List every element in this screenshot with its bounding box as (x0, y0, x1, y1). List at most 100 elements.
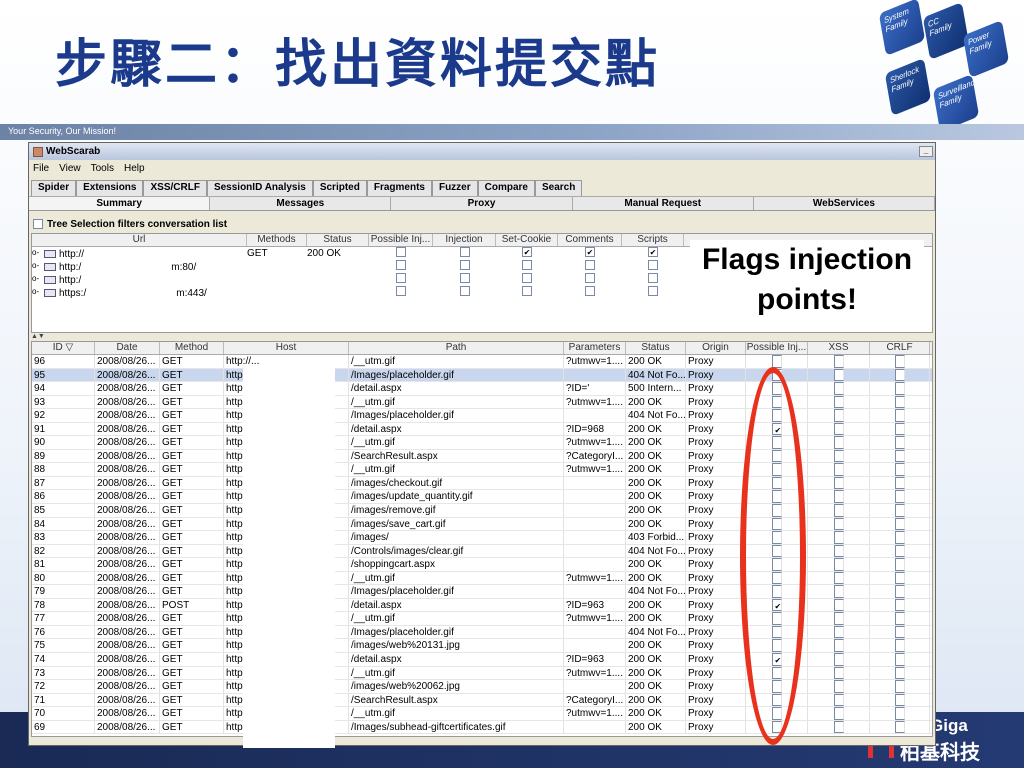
flag-checkbox[interactable] (648, 273, 658, 283)
menu-view[interactable]: View (59, 163, 81, 174)
xss-checkbox[interactable] (833, 368, 844, 382)
crlf-checkbox[interactable] (894, 504, 905, 517)
col-crlf[interactable]: CRLF (870, 342, 930, 354)
tree-col-scripts[interactable]: Scripts (622, 234, 684, 246)
xss-checkbox[interactable] (833, 720, 844, 734)
table-row[interactable]: 70 2008/08/26... GET http://__utm.gif ?utmwv… (32, 707, 932, 721)
xss-checkbox[interactable] (833, 585, 844, 598)
flag-checkbox[interactable] (459, 260, 470, 270)
flag-checkbox[interactable] (396, 247, 406, 257)
menu-tools[interactable]: Tools (91, 163, 114, 174)
tree-expand-icon[interactable]: o- (32, 287, 42, 296)
crlf-checkbox[interactable] (894, 558, 905, 571)
flag-checkbox[interactable] (585, 273, 595, 283)
col-xss[interactable]: XSS (808, 342, 870, 354)
crlf-checkbox[interactable] (894, 571, 905, 585)
crlf-checkbox[interactable] (894, 625, 905, 639)
xss-checkbox[interactable] (833, 639, 844, 653)
flag-checkbox[interactable] (648, 286, 658, 296)
table-row[interactable]: 93 2008/08/26... GET http://__utm.gif ?utmwv… (32, 395, 932, 410)
table-row[interactable]: 71 2008/08/26... GET http://SearchResult.as… (32, 693, 932, 708)
crlf-checkbox[interactable] (894, 585, 905, 598)
col-possible-inj[interactable]: Possible Inj... (746, 342, 808, 354)
flag-checkbox[interactable] (459, 247, 470, 257)
xss-checkbox[interactable] (833, 625, 844, 639)
xss-checkbox[interactable] (833, 531, 844, 544)
possible-injection-checkbox[interactable] (771, 355, 782, 368)
tab-compare[interactable]: Compare (477, 180, 535, 196)
xss-checkbox[interactable] (833, 395, 844, 409)
table-row[interactable]: 95 2008/08/26... GET http://Images/placehol… (32, 368, 932, 383)
flag-checkbox[interactable] (648, 247, 658, 257)
tab-webservices[interactable]: WebServices (753, 196, 935, 210)
xss-checkbox[interactable] (833, 666, 844, 680)
col-id[interactable]: ID ▽ (32, 342, 95, 354)
tree-expand-icon[interactable]: o- (32, 261, 42, 270)
crlf-checkbox[interactable] (894, 666, 905, 680)
xss-checkbox[interactable] (833, 355, 844, 368)
flag-checkbox[interactable] (522, 273, 532, 283)
crlf-checkbox[interactable] (894, 449, 905, 463)
tab-proxy[interactable]: Proxy (391, 196, 573, 210)
col-method[interactable]: Method (160, 342, 224, 354)
tab-fuzzer[interactable]: Fuzzer (431, 180, 478, 196)
xss-checkbox[interactable] (833, 598, 844, 612)
tree-expand-icon[interactable]: o- (32, 274, 42, 283)
crlf-checkbox[interactable] (894, 531, 905, 544)
splitter-arrows[interactable]: ▲▼ (29, 333, 935, 341)
xss-checkbox[interactable] (833, 436, 844, 449)
col-host[interactable]: Host (224, 342, 349, 354)
crlf-checkbox[interactable] (894, 517, 905, 531)
xss-checkbox[interactable] (833, 693, 844, 707)
flag-checkbox[interactable] (585, 247, 595, 257)
col-date[interactable]: Date (95, 342, 160, 354)
flag-checkbox[interactable] (459, 286, 470, 296)
flag-checkbox[interactable] (585, 260, 595, 270)
tree-expand-icon[interactable]: o- (32, 248, 42, 257)
xss-checkbox[interactable] (833, 680, 844, 693)
tab-scripted[interactable]: Scripted (312, 180, 367, 196)
tab-search[interactable]: Search (535, 180, 583, 196)
tree-filter-checkbox[interactable] (33, 219, 43, 229)
col-status[interactable]: Status (626, 342, 686, 354)
xss-checkbox[interactable] (833, 558, 844, 571)
xss-checkbox[interactable] (833, 707, 844, 720)
tab-xss-crlf[interactable]: XSS/CRLF (143, 180, 207, 196)
crlf-checkbox[interactable] (894, 382, 905, 395)
crlf-checkbox[interactable] (894, 707, 905, 720)
crlf-checkbox[interactable] (894, 476, 905, 490)
tree-col-status[interactable]: Status (307, 234, 369, 246)
xss-checkbox[interactable] (833, 422, 844, 436)
crlf-checkbox[interactable] (894, 544, 905, 558)
table-row[interactable]: 94 2008/08/26... GET http://detail.aspx ?ID=… (32, 382, 932, 396)
flag-checkbox[interactable] (522, 247, 532, 257)
menu-file[interactable]: File (33, 163, 49, 174)
table-row[interactable]: 96 2008/08/26... GET http://.../__utm.gif ?u… (32, 355, 932, 369)
flag-checkbox[interactable] (396, 286, 406, 296)
tab-summary[interactable]: Summary (29, 196, 211, 210)
flag-checkbox[interactable] (648, 260, 658, 270)
tab-extensions[interactable]: Extensions (76, 180, 144, 196)
crlf-checkbox[interactable] (894, 368, 905, 382)
flag-checkbox[interactable] (522, 260, 532, 270)
col-parameters[interactable]: Parameters (564, 342, 626, 354)
crlf-checkbox[interactable] (894, 409, 905, 422)
xss-checkbox[interactable] (833, 517, 844, 531)
xss-checkbox[interactable] (833, 409, 844, 422)
xss-checkbox[interactable] (833, 382, 844, 395)
col-origin[interactable]: Origin (686, 342, 746, 354)
table-row[interactable]: 692008/08/26...GEThttp://.../Images/subh… (32, 720, 932, 735)
xss-checkbox[interactable] (833, 504, 844, 517)
tree-col-possible-inj[interactable]: Possible Inj... (369, 234, 433, 246)
xss-checkbox[interactable] (833, 463, 844, 476)
tree-col-set-cookie[interactable]: Set-Cookie (496, 234, 558, 246)
crlf-checkbox[interactable] (894, 395, 905, 409)
xss-checkbox[interactable] (833, 449, 844, 463)
crlf-checkbox[interactable] (894, 639, 905, 653)
tree-col-url[interactable]: Url (32, 234, 247, 246)
xss-checkbox[interactable] (833, 571, 844, 585)
tab-manual-request[interactable]: Manual Request (572, 196, 754, 210)
crlf-checkbox[interactable] (894, 693, 905, 707)
flag-checkbox[interactable] (585, 286, 595, 296)
tab-fragments[interactable]: Fragments (366, 180, 432, 196)
